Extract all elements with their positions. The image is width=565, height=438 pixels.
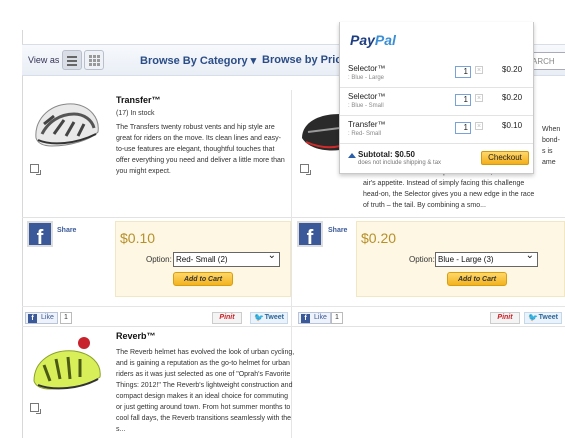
purchase-box: $0.20 Option: Blue - Large (3) Add to Ca…	[356, 221, 565, 297]
like-count: 1	[331, 312, 343, 324]
facebook-like-button[interactable]: f Like	[25, 312, 58, 324]
facebook-icon: f	[301, 314, 310, 323]
zoom-icon[interactable]	[30, 164, 41, 175]
divider	[22, 217, 565, 218]
product-price: $0.20	[361, 230, 397, 246]
product-description: The Transfers twenty robust vents and hi…	[116, 124, 285, 175]
zoom-icon[interactable]	[30, 403, 41, 414]
purchase-box: $0.10 Option: Red- Small (2) Add to Cart	[115, 221, 291, 297]
quantity-input[interactable]: 1	[455, 122, 471, 134]
share-link[interactable]: Share	[57, 227, 76, 234]
cart-item-name[interactable]: Selector™	[348, 92, 385, 101]
grid-view-button[interactable]	[84, 50, 104, 70]
add-to-cart-button[interactable]: Add to Cart	[173, 272, 233, 286]
reverb-helmet-image[interactable]	[28, 335, 108, 395]
zoom-icon[interactable]	[300, 164, 311, 175]
option-label: Option:	[409, 255, 435, 264]
facebook-like-button[interactable]: f Like	[298, 312, 331, 324]
grid-view-icon	[89, 55, 92, 58]
checkout-button[interactable]: Checkout	[481, 151, 529, 165]
product-description-clipped: When bond- s is ame	[542, 126, 561, 166]
shipping-note: does not include shipping & tax	[358, 160, 442, 166]
facebook-icon: f	[28, 314, 37, 323]
stock-status: (17) In stock	[116, 110, 155, 117]
quantity-input[interactable]: 1	[455, 66, 471, 78]
collapse-arrow-icon[interactable]	[348, 153, 356, 158]
cart-item-name[interactable]: Transfer™	[348, 120, 386, 129]
twitter-bird-icon: 🐦	[528, 313, 538, 322]
product-description: The Reverb helmet has evolved the look o…	[116, 349, 295, 433]
selector-helmet-image[interactable]	[300, 108, 340, 156]
add-to-cart-button[interactable]: Add to Cart	[447, 272, 507, 286]
like-count: 1	[60, 312, 72, 324]
remove-item-icon[interactable]: ×	[475, 94, 483, 102]
option-label: Option:	[146, 255, 172, 264]
cart-item: Transfer™ : Red- Small 1 × $0.10	[340, 116, 533, 144]
browse-by-price-menu[interactable]: Browse by Price	[262, 54, 348, 66]
product-price: $0.10	[120, 230, 156, 246]
cart-item-option: : Red- Small	[348, 131, 382, 137]
quantity-input[interactable]: 1	[455, 94, 471, 106]
cart-item-price: $0.10	[502, 121, 523, 130]
paypal-logo: PayPal	[350, 32, 396, 48]
cart-item: Selector™ : Blue - Large 1 × $0.20	[340, 60, 533, 88]
pinterest-button[interactable]: Pinit	[490, 312, 520, 324]
cart-item-price: $0.20	[502, 65, 523, 74]
view-as-label: View as	[28, 55, 60, 65]
browse-by-category-menu[interactable]: Browse By Category ▾	[140, 54, 256, 67]
cart-subtotal: Subtotal: $0.50	[358, 150, 415, 159]
divider	[22, 326, 565, 327]
tweet-button[interactable]: 🐦 Tweet	[250, 312, 288, 324]
cart-item-name[interactable]: Selector™	[348, 64, 385, 73]
transfer-helmet-image[interactable]	[30, 94, 104, 156]
facebook-icon[interactable]: f	[27, 221, 53, 249]
product-title[interactable]: Reverb™	[116, 331, 156, 341]
share-link[interactable]: Share	[328, 227, 347, 234]
list-view-icon	[67, 56, 77, 58]
list-view-button[interactable]	[62, 50, 82, 70]
option-select[interactable]: Red- Small (2)	[173, 250, 280, 267]
cart-item: Selector™ : Blue - Small 1 × $0.20	[340, 88, 533, 116]
social-bar: f Like 1 Pinit 🐦 Tweet f Like 1 Pinit 🐦 Twee…	[22, 306, 565, 328]
facebook-icon[interactable]: f	[297, 221, 323, 249]
twitter-bird-icon: 🐦	[254, 313, 264, 322]
page: View as Browse By Category ▾ Browse by P…	[0, 0, 565, 438]
remove-item-icon[interactable]: ×	[475, 122, 483, 130]
tweet-button[interactable]: 🐦 Tweet	[524, 312, 562, 324]
cart-item-price: $0.20	[502, 93, 523, 102]
cart-item-option: : Blue - Small	[348, 103, 384, 109]
pinterest-button[interactable]: Pinit	[212, 312, 242, 324]
cart-item-option: : Blue - Large	[348, 75, 385, 81]
option-select[interactable]: Blue - Large (3)	[435, 250, 538, 267]
chevron-down-icon: ▾	[250, 55, 257, 67]
page-left-border	[22, 30, 23, 438]
paypal-minicart: PayPal Selector™ : Blue - Large 1 × $0.2…	[339, 22, 534, 174]
cart-footer: Subtotal: $0.50 does not include shippin…	[340, 148, 533, 173]
product-title[interactable]: Transfer™	[116, 95, 161, 105]
remove-item-icon[interactable]: ×	[475, 66, 483, 74]
